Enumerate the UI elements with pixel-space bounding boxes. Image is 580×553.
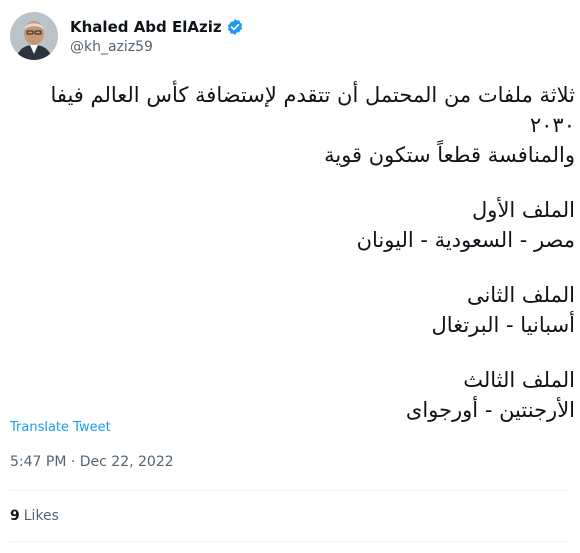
divider [10,541,570,542]
tweet-line: أسبانيا - البرتغال [431,313,575,337]
tweet-line: مصر - السعودية - اليونان [356,228,575,252]
tweet-text: ثلاثة ملفات من المحتمل أن تتقدم لإستضافة… [10,80,575,425]
tweet-line: الملف الثانى [466,283,575,307]
tweet-line: والمنافسة قطعاً ستكون قوية [324,143,575,167]
author-handle[interactable]: @kh_aziz59 [70,39,244,55]
likes-stat[interactable]: 9 Likes [10,508,59,524]
avatar[interactable] [10,12,58,60]
divider [10,490,570,491]
tweet-line: ثلاثة ملفات من المحتمل أن تتقدم لإستضافة… [50,83,575,107]
likes-label: Likes [23,508,59,524]
tweet-line: الملف الثالث [463,368,575,392]
verified-badge-icon [226,18,244,36]
likes-count: 9 [10,508,20,524]
avatar-photo-icon [10,12,58,60]
tweet-line: الملف الأول [472,198,575,222]
tweet-timestamp[interactable]: 5:47 PM · Dec 22, 2022 [10,454,174,470]
tweet-line: ٢٠٣٠ [529,113,575,137]
author-display-name[interactable]: Khaled Abd ElAziz [70,18,222,36]
translate-tweet-link[interactable]: Translate Tweet [10,420,111,435]
tweet-header: Khaled Abd ElAziz @kh_aziz59 [10,12,244,60]
